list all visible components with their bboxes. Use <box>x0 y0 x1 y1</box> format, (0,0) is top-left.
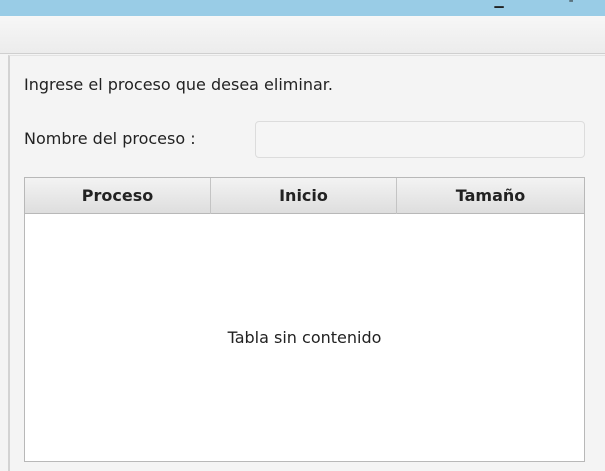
table-empty-placeholder: Tabla sin contenido <box>227 328 382 347</box>
column-header-inicio[interactable]: Inicio <box>211 178 397 214</box>
minimize-icon[interactable]: ▁ <box>492 0 506 8</box>
column-header-proceso[interactable]: Proceso <box>25 178 211 214</box>
table-header: Proceso Inicio Tamaño <box>25 178 584 214</box>
toolbar <box>0 16 605 54</box>
instruction-text: Ingrese el proceso que desea eliminar. <box>24 75 333 94</box>
column-header-tamano[interactable]: Tamaño <box>397 178 584 214</box>
process-table[interactable]: Proceso Inicio Tamaño Tabla sin contenid… <box>24 177 585 462</box>
process-name-label: Nombre del proceso : <box>24 129 196 148</box>
process-name-input[interactable] <box>255 121 585 158</box>
window-titlebar[interactable]: ▁ ╴ <box>0 0 605 16</box>
window-control-icon[interactable]: ╴ <box>566 0 580 8</box>
